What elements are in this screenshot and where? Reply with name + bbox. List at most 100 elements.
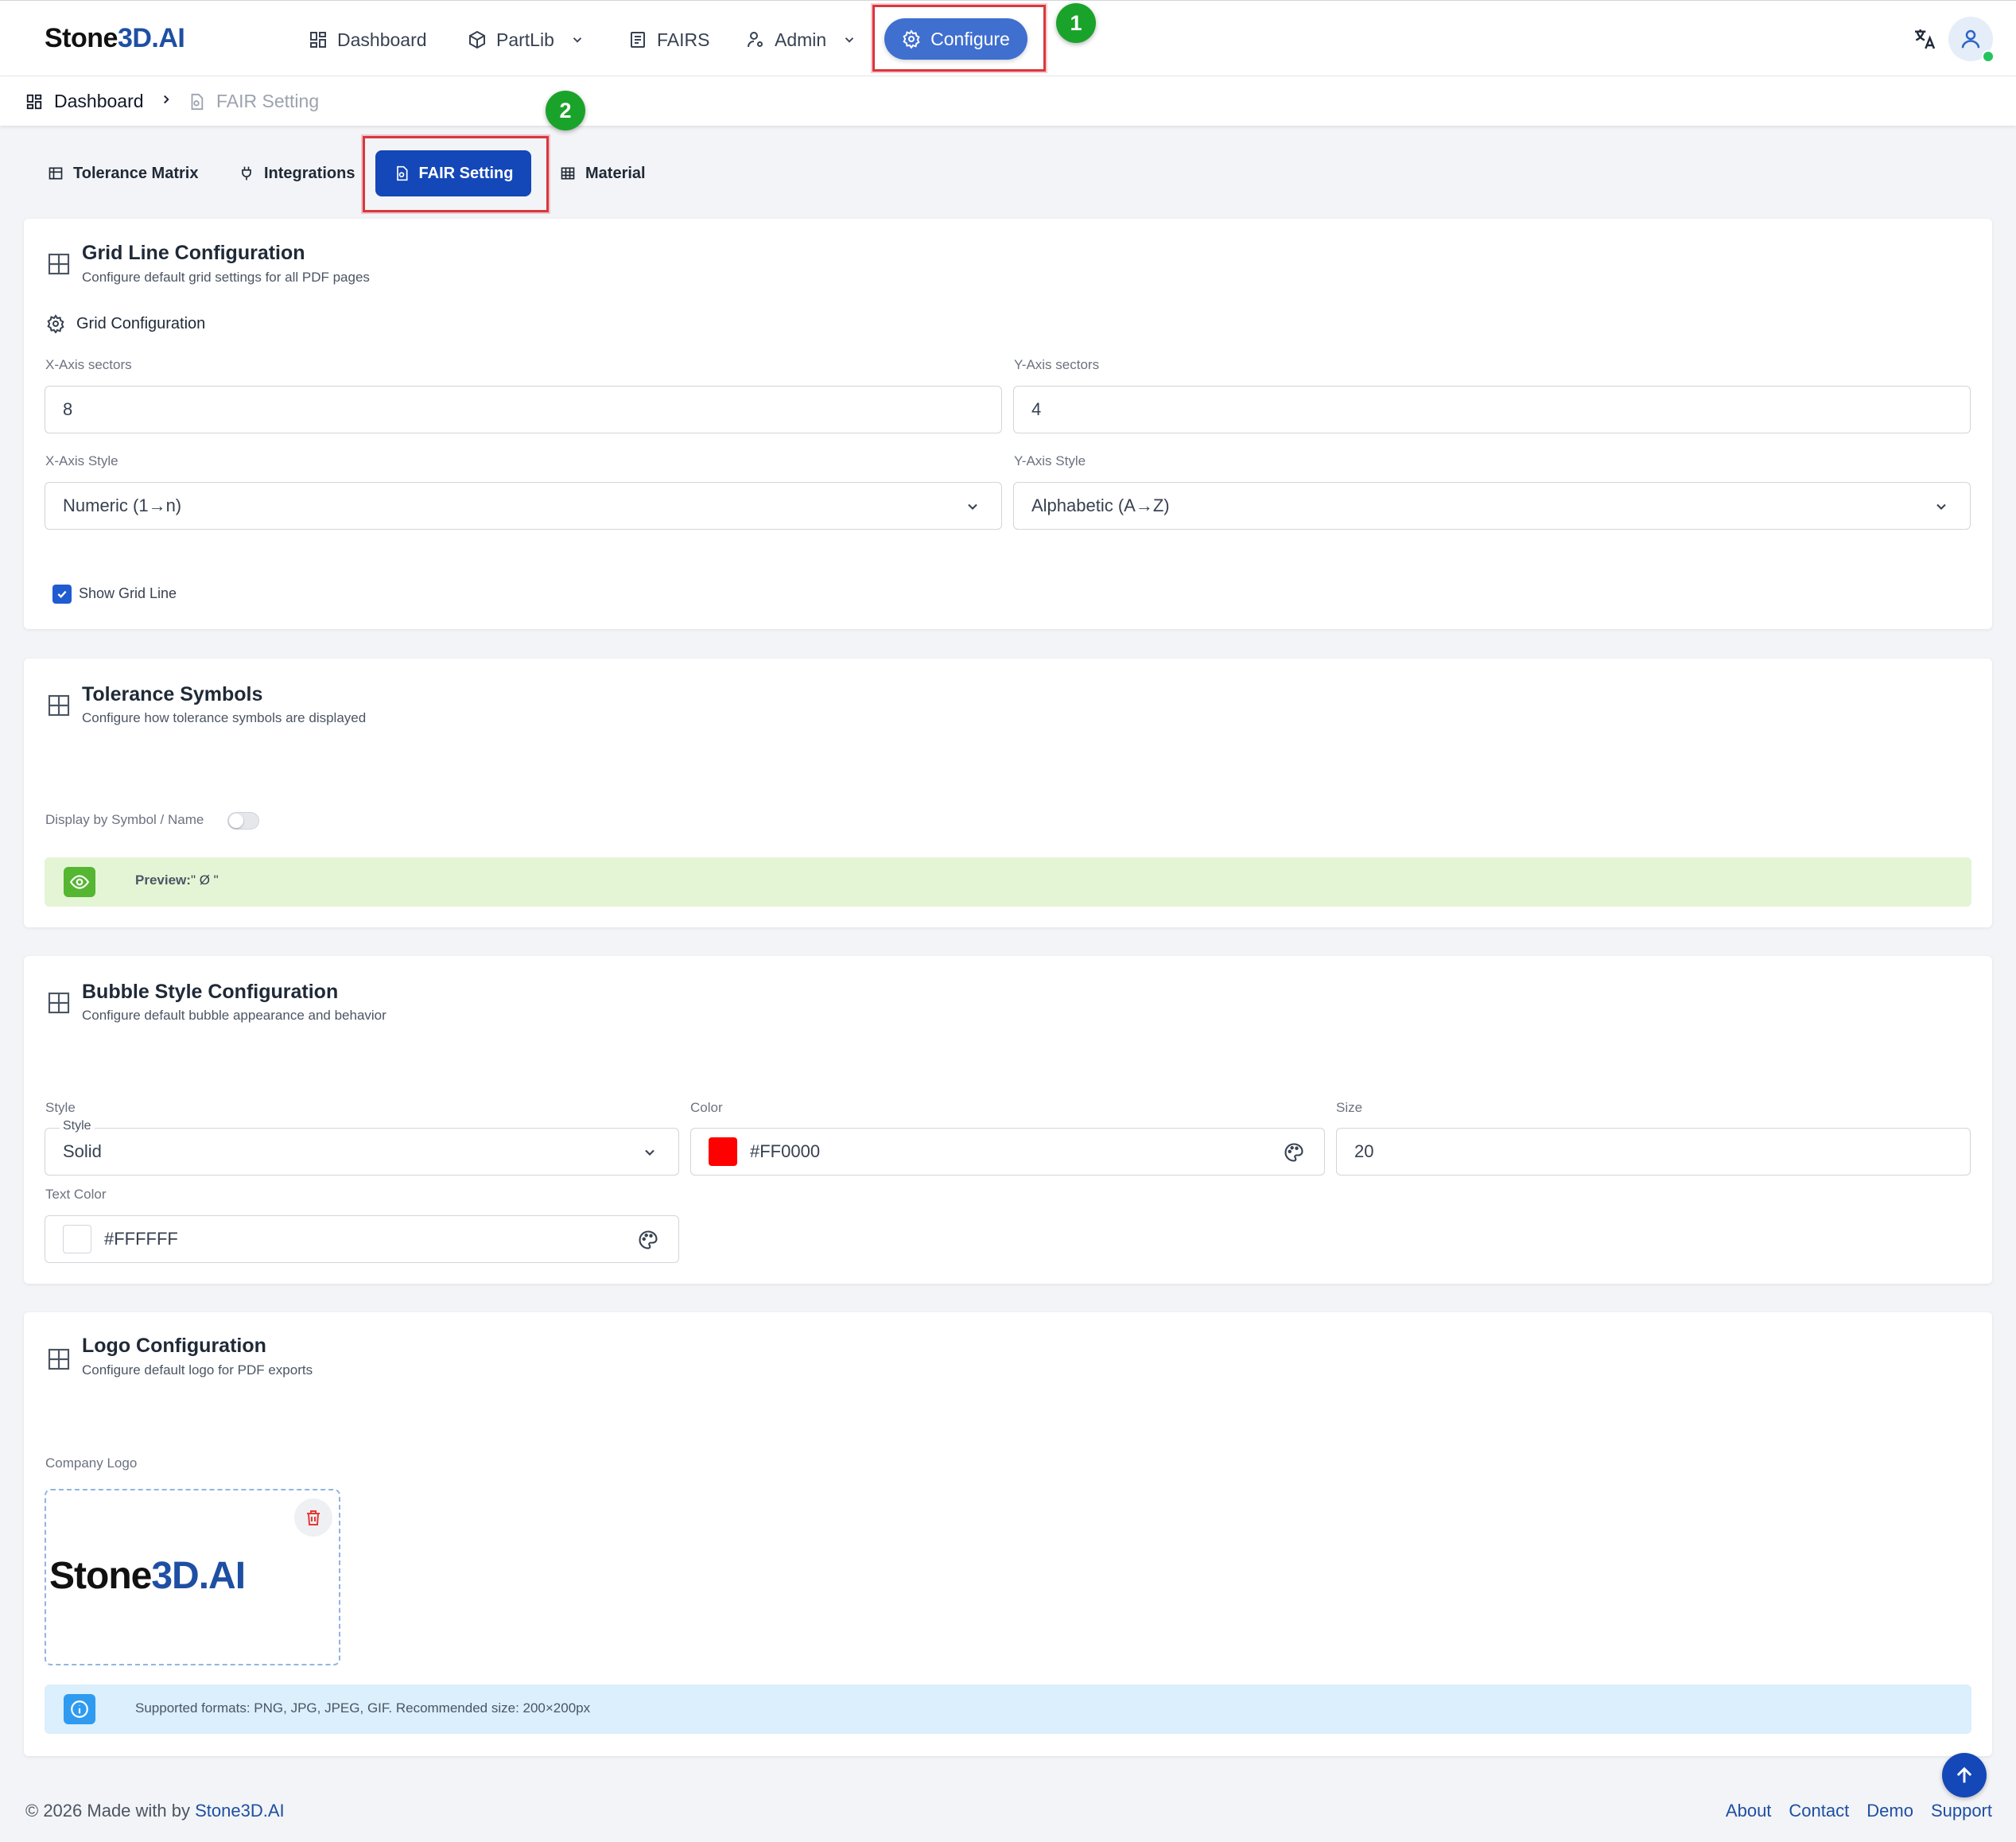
x-axis-style-select[interactable]: Numeric (1→n) xyxy=(45,482,1002,530)
nav-dashboard-label: Dashboard xyxy=(337,29,427,50)
grid-icon xyxy=(46,251,72,277)
show-grid-line-label: Show Grid Line xyxy=(79,585,177,601)
breadcrumb-home-label: Dashboard xyxy=(54,91,144,111)
eye-icon xyxy=(64,867,95,897)
breadcrumb-current-label: FAIR Setting xyxy=(216,91,320,111)
palette-icon[interactable] xyxy=(1283,1141,1305,1164)
preview-banner: Preview:" Ø " xyxy=(45,857,1971,907)
style-select[interactable]: Style Solid xyxy=(45,1119,679,1176)
tab-tolerance-matrix-label: Tolerance Matrix xyxy=(73,164,199,182)
chevron-right-icon xyxy=(159,92,173,107)
y-axis-style-label: Y-Axis Style xyxy=(1014,453,1086,468)
user-avatar[interactable] xyxy=(1948,17,1995,63)
nav-partlib-label: PartLib xyxy=(496,29,554,50)
tab-tolerance-matrix[interactable]: Tolerance Matrix xyxy=(48,157,198,189)
tab-material-label: Material xyxy=(585,164,646,182)
scroll-to-top-button[interactable] xyxy=(1942,1753,1987,1797)
footer-brand-link[interactable]: Stone3D.AI xyxy=(195,1801,285,1821)
chevron-down-icon xyxy=(570,33,585,47)
nav-fairs-label: FAIRS xyxy=(657,29,710,50)
document-settings-icon xyxy=(394,165,410,181)
bubble-style-configuration-card: Bubble Style Configuration Configure def… xyxy=(24,956,1992,1284)
style-select-legend: Style xyxy=(60,1119,95,1133)
grid-configuration-section-title: Grid Configuration xyxy=(46,314,205,333)
delete-logo-button[interactable] xyxy=(294,1498,332,1537)
card-title: Logo Configuration xyxy=(82,1335,266,1357)
text-color-input[interactable]: #FFFFFF xyxy=(45,1215,679,1263)
color-swatch[interactable] xyxy=(709,1137,737,1166)
chevron-down-icon xyxy=(1933,499,1949,515)
size-input[interactable]: 20 xyxy=(1336,1128,1971,1176)
document-settings-icon xyxy=(188,93,205,111)
checkmark-icon xyxy=(56,588,68,600)
x-axis-style-label: X-Axis Style xyxy=(45,453,118,468)
dashboard-icon xyxy=(25,93,43,111)
brand-logo[interactable]: Stone3D.AI xyxy=(45,23,185,54)
chevron-down-icon xyxy=(842,33,857,47)
size-label: Size xyxy=(1336,1100,1363,1115)
card-title: Bubble Style Configuration xyxy=(82,981,339,1003)
card-subtitle: Configure how tolerance symbols are disp… xyxy=(82,710,367,725)
user-gear-icon xyxy=(746,30,765,49)
preview-text: Preview:" Ø " xyxy=(135,872,219,888)
style-label: Style xyxy=(45,1100,76,1115)
color-input[interactable]: #FF0000 xyxy=(690,1128,1325,1176)
toggle-knob xyxy=(229,814,243,828)
card-subtitle: Configure default logo for PDF exports xyxy=(82,1362,313,1378)
table-icon xyxy=(48,165,64,181)
nav-partlib[interactable]: PartLib xyxy=(468,25,585,55)
online-status-indicator xyxy=(1982,50,1995,63)
display-by-symbol-name-toggle[interactable] xyxy=(227,812,259,830)
dashboard-icon xyxy=(309,30,328,49)
grid-icon xyxy=(46,1347,72,1372)
grid-table-icon xyxy=(560,165,576,181)
x-axis-sectors-label: X-Axis sectors xyxy=(45,357,132,372)
translate-icon[interactable] xyxy=(1912,26,1937,52)
nav-admin-label: Admin xyxy=(775,29,827,50)
tab-fair-setting[interactable]: FAIR Setting xyxy=(375,150,531,196)
tab-fair-setting-label: FAIR Setting xyxy=(418,164,514,182)
display-by-symbol-name-label: Display by Symbol / Name xyxy=(45,812,204,827)
footer-link-demo[interactable]: Demo xyxy=(1866,1801,1913,1821)
grid-icon xyxy=(46,693,72,718)
nav-admin[interactable]: Admin xyxy=(746,25,857,55)
text-color-swatch[interactable] xyxy=(63,1225,91,1253)
footer-link-support[interactable]: Support xyxy=(1931,1801,1992,1821)
gear-icon xyxy=(46,314,65,333)
y-axis-sectors-input[interactable]: 4 xyxy=(1013,386,1971,433)
trash-icon xyxy=(304,1508,323,1527)
step-badge-1: 1 xyxy=(1056,3,1096,43)
footer-links: About Contact Demo Support xyxy=(1726,1801,1992,1821)
y-axis-style-select[interactable]: Alphabetic (A→Z) xyxy=(1013,482,1971,530)
tab-integrations[interactable]: Integrations xyxy=(239,157,355,189)
company-logo-upload[interactable]: Stone3D.AI xyxy=(45,1489,340,1665)
card-subtitle: Configure default grid settings for all … xyxy=(82,270,370,285)
palette-icon[interactable] xyxy=(637,1229,659,1251)
step-badge-2: 2 xyxy=(546,91,585,130)
highlight-box-configure xyxy=(872,5,1046,72)
card-subtitle: Configure default bubble appearance and … xyxy=(82,1008,386,1023)
nav-fairs[interactable]: FAIRS xyxy=(628,25,709,55)
tab-material[interactable]: Material xyxy=(560,157,646,189)
supported-formats-banner: Supported formats: PNG, JPG, JPEG, GIF. … xyxy=(45,1685,1971,1734)
company-logo-image: Stone3D.AI xyxy=(49,1555,246,1597)
user-icon xyxy=(1959,27,1983,51)
color-label: Color xyxy=(690,1100,723,1115)
supported-formats-text: Supported formats: PNG, JPG, JPEG, GIF. … xyxy=(135,1700,591,1716)
grid-line-configuration-card: Grid Line Configuration Configure defaul… xyxy=(24,219,1992,629)
show-grid-line-checkbox[interactable] xyxy=(52,585,72,604)
text-color-label: Text Color xyxy=(45,1187,107,1202)
breadcrumb-home[interactable]: Dashboard xyxy=(25,91,144,112)
document-list-icon xyxy=(628,30,647,49)
footer-link-about[interactable]: About xyxy=(1726,1801,1772,1821)
grid-icon xyxy=(46,990,72,1016)
x-axis-sectors-input[interactable]: 8 xyxy=(45,386,1002,433)
chevron-down-icon xyxy=(642,1144,658,1160)
cube-icon xyxy=(468,30,487,49)
chevron-down-icon xyxy=(965,499,981,515)
nav-dashboard[interactable]: Dashboard xyxy=(309,25,427,55)
arrow-up-icon xyxy=(1953,1764,1975,1786)
footer-link-contact[interactable]: Contact xyxy=(1789,1801,1849,1821)
footer-copyright: © 2026 Made with by Stone3D.AI xyxy=(25,1801,285,1821)
card-title: Tolerance Symbols xyxy=(82,683,263,705)
